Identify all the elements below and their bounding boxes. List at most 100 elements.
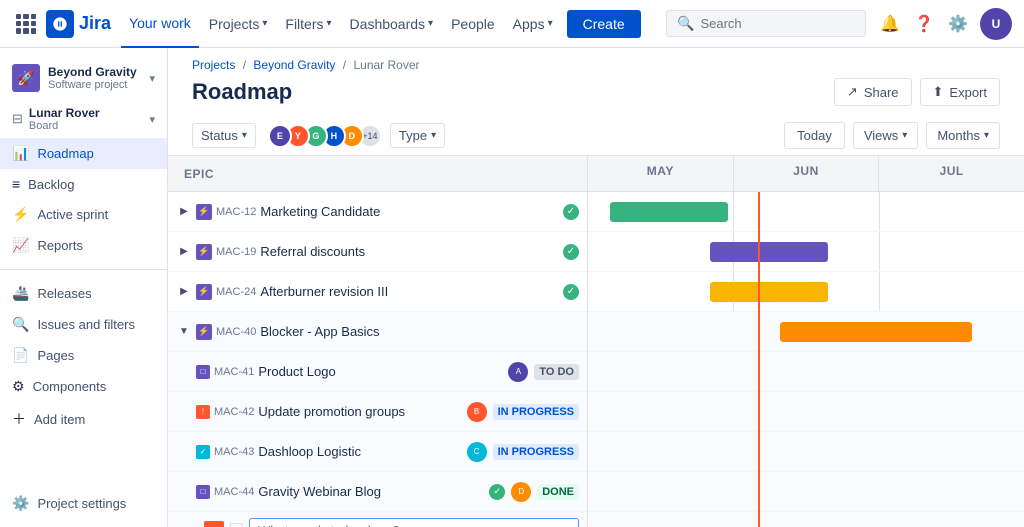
story-name[interactable]: Update promotion groups <box>258 404 466 419</box>
status-badge-mac41: TO DO <box>534 364 579 380</box>
apps-grid-icon[interactable] <box>12 10 40 38</box>
roadmap-icon: 📊 <box>12 145 29 162</box>
roadmap-label: Roadmap <box>37 146 93 161</box>
expand-mac19[interactable]: ▶ <box>176 244 192 260</box>
issues-label: Issues and filters <box>37 317 135 332</box>
bar-row-mac40 <box>588 312 1024 352</box>
breadcrumb-lunar-rover: Lunar Rover <box>353 58 419 72</box>
avatar-group: E Y G H D +14 <box>268 124 382 148</box>
releases-icon: 🚢 <box>12 285 29 302</box>
table-row: ✓ MAC-43 Dashloop Logistic C IN PROGRESS <box>168 432 587 472</box>
main-content: Projects / Beyond Gravity / Lunar Rover … <box>168 48 1024 527</box>
gantt-left-panel: Epic ▶ ⚡ MAC-12 Marketing Candidate ✓ ▶ … <box>168 156 588 527</box>
epic-name[interactable]: Referral discounts <box>260 244 563 259</box>
sidebar-item-project-settings[interactable]: ⚙️ Project settings <box>0 488 167 519</box>
gantt-bar-mac40[interactable] <box>780 322 972 342</box>
sidebar-item-components[interactable]: ⚙ Components <box>0 371 167 402</box>
status-filter[interactable]: Status ▾ <box>192 123 256 148</box>
expand-mac24[interactable]: ▶ <box>176 284 192 300</box>
table-row: □ MAC-41 Product Logo A TO DO <box>168 352 587 392</box>
story-name[interactable]: Gravity Webinar Blog <box>258 484 489 499</box>
your-work-nav[interactable]: Your work <box>121 0 199 48</box>
add-item-row: ! ▾ <box>168 512 587 527</box>
releases-label: Releases <box>37 286 91 301</box>
sidebar-item-releases[interactable]: 🚢 Releases <box>0 278 167 309</box>
views-button[interactable]: Views ▾ <box>853 122 918 149</box>
user-avatar[interactable]: U <box>980 8 1012 40</box>
bar-row-mac43 <box>588 432 1024 472</box>
export-icon: ⬆ <box>933 84 944 100</box>
apps-nav[interactable]: Apps ▾ <box>505 12 561 36</box>
status-badge-mac43: IN PROGRESS <box>493 444 579 460</box>
reports-label: Reports <box>37 238 83 253</box>
task-avatar-mac44: D <box>511 482 531 502</box>
gantt-chart-area <box>588 192 1024 527</box>
notifications-icon[interactable]: 🔔 <box>874 8 906 40</box>
done-check-mac12: ✓ <box>563 204 579 220</box>
share-button[interactable]: ↗ Share <box>834 78 912 106</box>
expand-mac40[interactable]: ▼ <box>176 324 192 340</box>
story-name[interactable]: Product Logo <box>258 364 508 379</box>
gantt-bar-mac12[interactable] <box>610 202 728 222</box>
story-id: MAC-41 <box>214 366 254 378</box>
project-name: Beyond Gravity <box>48 65 141 79</box>
epic-name[interactable]: Marketing Candidate <box>260 204 563 219</box>
month-jul: JUL <box>879 156 1024 191</box>
sidebar-project[interactable]: 🚀 Beyond Gravity Software project ▾ <box>0 56 167 100</box>
breadcrumb-beyond-gravity[interactable]: Beyond Gravity <box>253 58 335 72</box>
epic-name[interactable]: Blocker - App Basics <box>260 324 579 339</box>
item-type-dropdown[interactable]: ▾ <box>230 523 243 527</box>
topnav: Jira Your work Projects ▾ Filters ▾ Dash… <box>0 0 1024 48</box>
sidebar-item-issues[interactable]: 🔍 Issues and filters <box>0 309 167 340</box>
jira-logo[interactable]: Jira <box>46 10 111 38</box>
page-title: Roadmap <box>192 79 292 105</box>
settings-icon[interactable]: ⚙️ <box>942 8 974 40</box>
create-button[interactable]: Create <box>567 10 641 38</box>
sidebar-item-lunar-rover[interactable]: ⊟ Lunar Rover Board ▾ <box>0 100 167 138</box>
gantt-months-header: MAY JUN JUL <box>588 156 1024 192</box>
epic-name[interactable]: Afterburner revision III <box>260 284 563 299</box>
story-name[interactable]: Dashloop Logistic <box>258 444 466 459</box>
months-button[interactable]: Months ▾ <box>926 122 1000 149</box>
help-icon[interactable]: ❓ <box>908 8 940 40</box>
sidebar-item-roadmap[interactable]: 📊 Roadmap <box>0 138 167 169</box>
export-button[interactable]: ⬆ Export <box>920 78 1000 106</box>
components-icon: ⚙ <box>12 378 25 395</box>
sidebar-item-pages[interactable]: 📄 Pages <box>0 340 167 371</box>
project-type: Software project <box>48 79 141 91</box>
issues-icon: 🔍 <box>12 316 29 333</box>
dashboards-nav[interactable]: Dashboards ▾ <box>342 12 442 36</box>
board-label: Board <box>29 120 100 132</box>
status-chevron-icon: ▾ <box>242 130 247 141</box>
gantt-bar-mac24[interactable] <box>710 282 828 302</box>
gantt-bar-mac19[interactable] <box>710 242 828 262</box>
add-item-input[interactable] <box>249 518 579 527</box>
project-settings-icon: ⚙️ <box>12 495 29 512</box>
sidebar-item-backlog[interactable]: ≡ Backlog <box>0 169 167 199</box>
breadcrumb-projects[interactable]: Projects <box>192 58 235 72</box>
filters-nav[interactable]: Filters ▾ <box>277 12 339 36</box>
projects-nav[interactable]: Projects ▾ <box>201 12 276 36</box>
search-box[interactable]: 🔍 <box>666 10 866 37</box>
components-label: Components <box>33 379 107 394</box>
sidebar-item-active-sprint[interactable]: ⚡ Active sprint <box>0 199 167 230</box>
table-row: ▶ ⚡ MAC-24 Afterburner revision III ✓ <box>168 272 587 312</box>
breadcrumb: Projects / Beyond Gravity / Lunar Rover <box>168 48 1024 74</box>
expand-mac12[interactable]: ▶ <box>176 204 192 220</box>
sidebar-item-reports[interactable]: 📈 Reports <box>0 230 167 261</box>
epic-id: MAC-40 <box>216 326 256 338</box>
search-input[interactable] <box>700 16 830 31</box>
board-icon: ⊟ <box>12 111 23 127</box>
task-avatar-mac43: C <box>467 442 487 462</box>
sidebar: 🚀 Beyond Gravity Software project ▾ ⊟ Lu… <box>0 48 168 527</box>
table-row: □ MAC-44 Gravity Webinar Blog ✓ D DONE <box>168 472 587 512</box>
sidebar-item-add-item[interactable]: ＋ Add item <box>0 402 167 436</box>
views-chevron-icon: ▾ <box>902 130 907 141</box>
type-filter[interactable]: Type ▾ <box>390 123 445 148</box>
pages-label: Pages <box>37 348 74 363</box>
people-nav[interactable]: People <box>443 12 503 36</box>
month-may: MAY <box>588 156 734 191</box>
project-icon: 🚀 <box>12 64 40 92</box>
avatar-1[interactable]: E <box>268 124 292 148</box>
today-button[interactable]: Today <box>784 122 845 149</box>
